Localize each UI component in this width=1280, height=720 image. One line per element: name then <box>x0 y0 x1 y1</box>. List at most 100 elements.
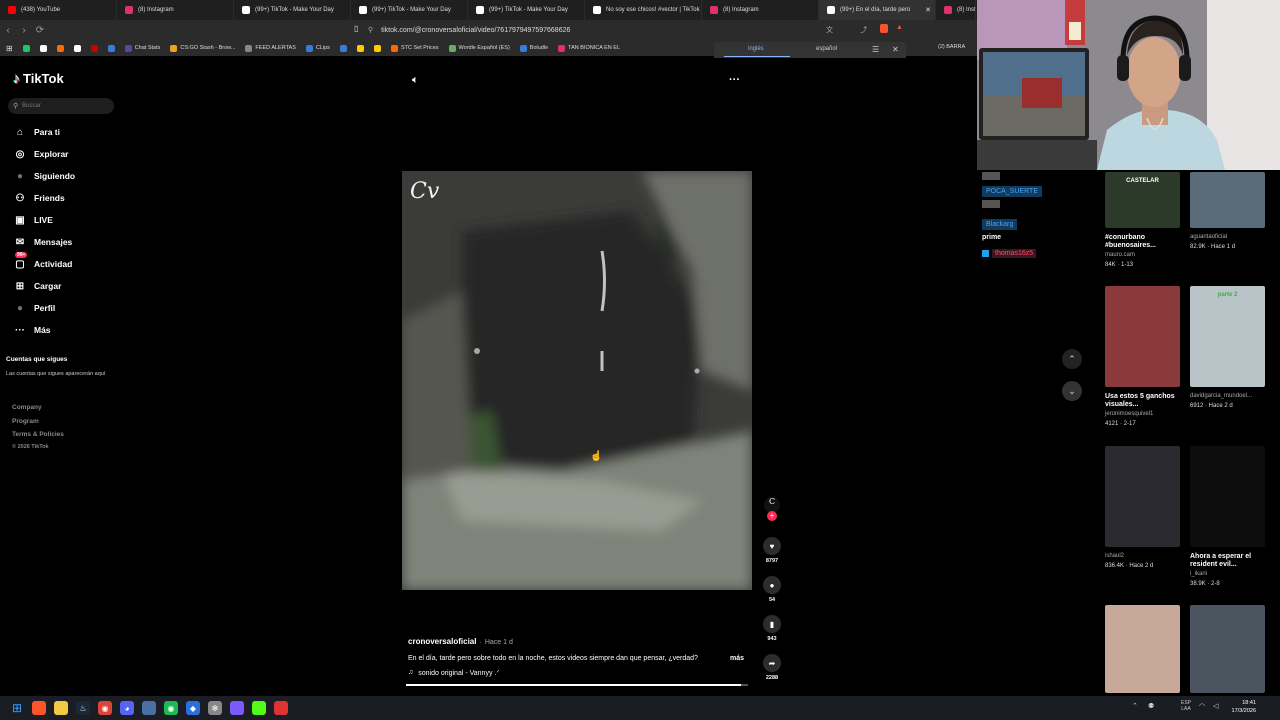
related-video-thumbnail[interactable] <box>1190 605 1265 693</box>
url-field[interactable]: ⚲ tiktok.com/@cronoversaloficial/video/7… <box>368 23 808 37</box>
nav-item-mensajes[interactable]: ✉ Mensajes <box>14 234 114 250</box>
related-video-thumbnail[interactable] <box>1105 605 1180 693</box>
nav-item-friends[interactable]: ⚇ Friends <box>14 190 114 206</box>
search-input[interactable]: ⚲ Buscar <box>8 98 114 114</box>
more-options-icon[interactable]: ··· <box>729 74 740 86</box>
chevron-up-icon[interactable]: ⌃ <box>1132 702 1138 710</box>
browser-tab[interactable]: (8) Instagram <box>117 0 234 20</box>
bookmark-item[interactable] <box>39 44 47 52</box>
bookmark-item[interactable] <box>356 44 364 52</box>
recording-app-icon[interactable] <box>274 701 288 715</box>
streaming-app-icon[interactable] <box>252 701 266 715</box>
save-action[interactable]: ▮ 943 <box>762 615 782 642</box>
footer-company[interactable]: Company <box>12 404 42 411</box>
nav-item-explorar[interactable]: ◎ Explorar <box>14 146 114 162</box>
settings-icon[interactable]: ✻ <box>208 701 222 715</box>
related-video-author[interactable]: aguantaoficial <box>1190 234 1270 240</box>
bookmark-item[interactable] <box>339 44 347 52</box>
bookmark-item[interactable]: STC Set Prices <box>390 44 439 52</box>
bookmark-item[interactable] <box>107 44 115 52</box>
related-video-thumbnail[interactable] <box>1190 446 1265 547</box>
related-video-title[interactable]: #conurbano #buenosaires... <box>1105 234 1183 251</box>
related-video-title[interactable]: Ahora a esperar el resident evil... <box>1190 553 1268 570</box>
nav-item-siguiendo[interactable]: ● Siguiendo <box>14 168 114 184</box>
nav-item-ms[interactable]: ··· Más <box>14 322 114 338</box>
related-video-author[interactable]: mauro.cam <box>1105 252 1185 258</box>
bookmark-item[interactable] <box>373 44 381 52</box>
network-icon[interactable]: ⚉ <box>1148 702 1154 710</box>
footer-terms[interactable]: Terms & Policies <box>12 431 64 438</box>
author-name[interactable]: cronoversaloficial <box>408 637 476 646</box>
browser-tab[interactable]: (99+) TikTok - Make Your Day <box>234 0 351 20</box>
bookmark-icon[interactable]: ▯ <box>354 24 358 33</box>
heart-icon[interactable]: ♥ <box>763 537 781 555</box>
nav-item-parati[interactable]: ⌂ Para ti <box>14 124 114 140</box>
bookmark-item[interactable]: Boludle <box>519 44 548 52</box>
footer-program[interactable]: Program <box>12 418 39 425</box>
related-video-author[interactable]: ishaul2 <box>1105 553 1185 559</box>
browser-tab[interactable]: (8) Inst <box>936 0 976 20</box>
bookmark-save-icon[interactable]: ▮ <box>763 615 781 633</box>
volume-icon[interactable]: 🔈︎ <box>412 74 419 87</box>
bookmark-item[interactable]: CLips <box>305 44 330 52</box>
warning-icon[interactable]: ▲ <box>896 24 903 31</box>
share-action[interactable]: ➦ 2288 <box>762 654 782 681</box>
previous-video-button[interactable]: ⌃ <box>1062 349 1082 369</box>
translate-close-icon[interactable]: ✕ <box>892 45 899 54</box>
bookmark-item[interactable]: Wordle Español (ES) <box>448 44 510 52</box>
nav-item-actividad[interactable]: ▢ 99+ Actividad <box>14 252 114 272</box>
translate-menu-icon[interactable]: ☰ <box>872 45 879 54</box>
vpn-icon[interactable]: ◆ <box>186 701 200 715</box>
bookmark-item[interactable]: CS:GO Stash - Brow... <box>170 44 235 52</box>
app-icon[interactable] <box>142 701 156 715</box>
related-video-title[interactable]: Usa estos 5 ganchos visuales... <box>1105 393 1183 410</box>
related-video-thumbnail[interactable] <box>1105 446 1180 547</box>
translate-target-lang[interactable]: español <box>816 46 837 52</box>
steam-icon[interactable]: ♨ <box>76 701 90 715</box>
brave-browser-icon[interactable] <box>32 701 46 715</box>
site-info-icon[interactable]: ⚲ <box>368 26 373 34</box>
tab-close-icon[interactable]: ✕ <box>925 6 931 14</box>
back-icon[interactable]: ‹ <box>0 25 16 36</box>
file-explorer-icon[interactable] <box>54 701 68 715</box>
clock[interactable]: 18:41 17/3/2026 <box>1232 700 1256 715</box>
bookmark-item[interactable]: Chat Stats <box>124 44 160 52</box>
language-indicator[interactable]: ESP LAA <box>1181 700 1191 712</box>
apps-icon[interactable]: ⊞ <box>6 44 13 53</box>
speaker-icon[interactable]: ◁ <box>1213 702 1218 710</box>
extensions-icon[interactable]: ⤴ <box>860 25 867 35</box>
nav-item-perfil[interactable]: ● Perfil <box>14 300 114 316</box>
more-link[interactable]: más <box>730 655 744 662</box>
browser-tab[interactable]: (438) YouTube <box>0 0 117 20</box>
related-video-thumbnail[interactable]: CASTELAR <box>1105 172 1180 228</box>
windows-start-icon[interactable]: ⊞ <box>10 701 24 715</box>
related-video-author[interactable]: i_ikarii <box>1190 571 1270 577</box>
share-icon[interactable]: ➦ <box>763 654 781 672</box>
tiktok-logo[interactable]: ♪ TikTok <box>13 70 64 86</box>
discord-icon[interactable]: ◕ <box>120 701 134 715</box>
follow-plus-icon[interactable]: + <box>767 511 777 521</box>
translate-icon[interactable]: 文 <box>826 25 833 35</box>
forward-icon[interactable]: › <box>16 25 32 36</box>
bookmark-item[interactable] <box>56 44 64 52</box>
obs-icon[interactable] <box>230 701 244 715</box>
bookmark-item[interactable] <box>22 44 30 52</box>
wifi-icon[interactable]: ◠ <box>1199 702 1205 710</box>
related-video-author[interactable]: davidgarcia_mundoel... <box>1190 393 1270 399</box>
right-bookmark[interactable]: (2) BARRA <box>938 44 965 50</box>
next-video-button[interactable]: ⌄ <box>1062 381 1082 401</box>
browser-tab[interactable]: (99+) TikTok - Make Your Day <box>351 0 468 20</box>
browser-tab[interactable]: (99+) En el día, tarde pero ✕ <box>819 0 936 20</box>
brave-shield-icon[interactable] <box>880 24 888 33</box>
related-video-author[interactable]: jeronimoesquivel1 <box>1105 411 1185 417</box>
nav-item-cargar[interactable]: ⊞ Cargar <box>14 278 114 294</box>
sound-name[interactable]: sonido original - Vannyy .ᐟ <box>418 669 499 677</box>
comment-icon[interactable]: ● <box>763 576 781 594</box>
related-video-thumbnail[interactable] <box>1105 286 1180 387</box>
video-progress-bar[interactable] <box>406 684 748 686</box>
spotify-icon[interactable]: ◉ <box>164 701 178 715</box>
bookmark-item[interactable] <box>73 44 81 52</box>
chrome-icon[interactable]: ◉ <box>98 701 112 715</box>
related-video-thumbnail[interactable] <box>1190 172 1265 228</box>
like-action[interactable]: ♥ 8797 <box>762 537 782 564</box>
